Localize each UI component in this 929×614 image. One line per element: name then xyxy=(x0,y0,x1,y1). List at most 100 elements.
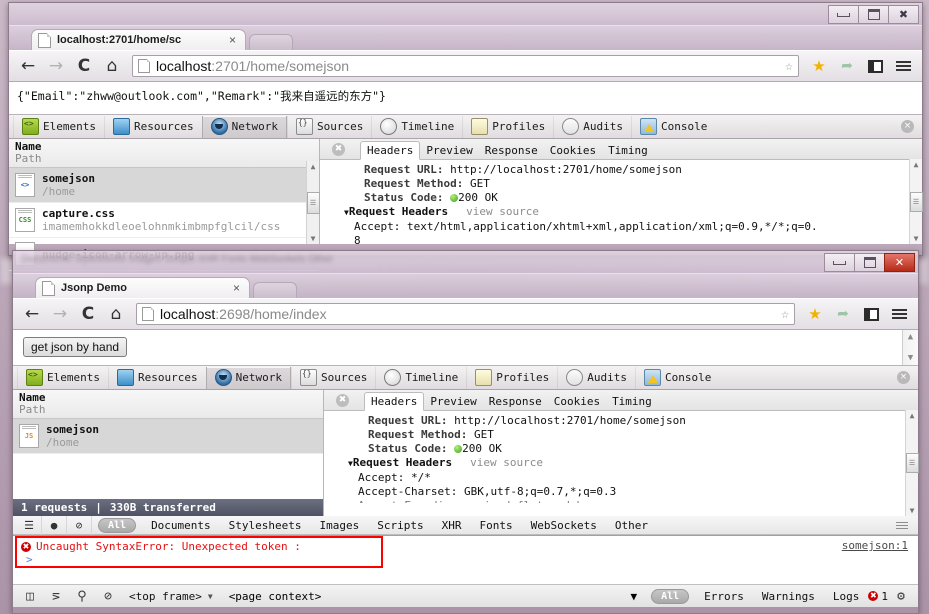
devtools-tab-timeline[interactable]: Timeline xyxy=(371,115,462,138)
reload-icon[interactable]: C xyxy=(75,301,101,327)
detail-close-icon[interactable]: ✖ xyxy=(332,143,345,156)
error-source-link[interactable]: somejson:1 xyxy=(842,539,908,552)
scroll-up-arrow[interactable]: ▲ xyxy=(908,332,913,342)
view-source-link[interactable]: view source xyxy=(470,456,543,469)
record-icon[interactable]: ● xyxy=(42,515,67,535)
frame-selector[interactable]: <top frame> ▼ xyxy=(121,590,221,603)
console-error-message[interactable]: ✖ Uncaught SyntaxError: Unexpected token… xyxy=(21,540,381,553)
console-filter-logs[interactable]: Logs xyxy=(824,590,869,603)
scroll-thumb[interactable]: ☰ xyxy=(306,191,320,214)
detail-close-icon[interactable]: ✖ xyxy=(336,394,349,407)
scroll-down-arrow[interactable]: ▼ xyxy=(914,234,919,243)
subtab-headers[interactable]: Headers xyxy=(360,141,421,160)
forward-icon[interactable]: → xyxy=(47,301,73,327)
filter-websockets[interactable]: WebSockets xyxy=(522,519,606,532)
subtab-cookies[interactable]: Cookies xyxy=(548,393,606,410)
tab-strip-top[interactable]: localhost:2701/home/sc × xyxy=(9,26,922,50)
scroll-down-arrow[interactable]: ▼ xyxy=(311,234,316,243)
navigation-bar-top[interactable]: ← → C ⌂ localhost:2701/home/somejson ☆ ★… xyxy=(9,50,922,82)
window-controls-bottom[interactable]: ✕ xyxy=(824,253,915,272)
maximize-icon[interactable] xyxy=(854,253,884,272)
close-icon[interactable]: ✕ xyxy=(884,253,915,272)
table-row[interactable]: CSS capture.css imamemhokkdleoelohnmkimbm… xyxy=(9,203,319,238)
minimize-icon[interactable] xyxy=(828,5,858,24)
browser-tab[interactable]: localhost:2701/home/sc × xyxy=(31,29,246,50)
console-prompt[interactable]: > xyxy=(21,553,381,566)
filter-all-pill[interactable]: All xyxy=(98,517,137,533)
subtab-timing[interactable]: Timing xyxy=(602,142,654,159)
devtools-tab-resources[interactable]: Resources xyxy=(107,366,206,389)
page-scrollbar[interactable]: ▲ ▼ xyxy=(902,330,918,365)
clear-icon[interactable]: ⊘ xyxy=(67,515,92,535)
devtools-tab-resources[interactable]: Resources xyxy=(103,115,202,138)
console-filter-errors[interactable]: Errors xyxy=(695,590,753,603)
subtab-timing[interactable]: Timing xyxy=(606,393,658,410)
view-source-link[interactable]: view source xyxy=(466,205,539,218)
gear-icon[interactable]: ⚙ xyxy=(888,585,914,607)
dock-icon[interactable]: ◫ xyxy=(17,585,43,607)
headers-scrollbar-top[interactable]: ▲ ☰ ▼ xyxy=(909,159,923,244)
console-status-bar[interactable]: ◫ ⋝ ⚲ ⊘ <top frame> ▼ <page context> ▼ All… xyxy=(13,584,918,607)
address-bar[interactable]: localhost:2701/home/somejson ☆ xyxy=(132,55,799,77)
devtools-tab-profiles[interactable]: Profiles xyxy=(466,366,557,389)
detail-subtabs-bottom[interactable]: ✖ Headers Preview Response Cookies Timin… xyxy=(324,390,918,411)
new-tab-button[interactable] xyxy=(249,34,293,50)
devtools-tab-network[interactable]: Network xyxy=(205,366,291,389)
menu-icon[interactable] xyxy=(886,301,912,327)
filter-documents[interactable]: Documents xyxy=(142,519,220,532)
search-icon[interactable]: ⚲ xyxy=(69,585,95,607)
scroll-thumb[interactable]: ☰ xyxy=(909,191,923,212)
scroll-up-arrow[interactable]: ▲ xyxy=(914,160,919,169)
share-icon[interactable]: ➦ xyxy=(834,53,860,79)
subtab-response[interactable]: Response xyxy=(483,393,548,410)
subtab-preview[interactable]: Preview xyxy=(424,393,482,410)
home-icon[interactable]: ⌂ xyxy=(103,301,129,327)
filter-images[interactable]: Images xyxy=(311,519,369,532)
list-view-icon[interactable]: ☰ xyxy=(17,515,42,535)
tab-close-icon[interactable]: × xyxy=(230,281,243,295)
home-icon[interactable]: ⌂ xyxy=(99,53,125,79)
forward-icon[interactable]: → xyxy=(43,53,69,79)
filter-scripts[interactable]: Scripts xyxy=(368,519,432,532)
detail-subtabs-top[interactable]: ✖ Headers Preview Response Cookies Timin… xyxy=(320,139,922,160)
subtab-response[interactable]: Response xyxy=(479,142,544,159)
star-icon[interactable]: ★ xyxy=(802,301,828,327)
tab-close-icon[interactable]: × xyxy=(226,33,239,47)
devtools-toolbar-top[interactable]: Elements Resources Network Sources Timel… xyxy=(9,115,922,139)
minimize-icon[interactable] xyxy=(824,253,854,272)
get-json-by-hand-button[interactable]: get json by hand xyxy=(23,337,128,357)
filter-options-icon[interactable] xyxy=(896,521,914,529)
browser-window-top[interactable]: ✖ localhost:2701/home/sc × ← → C ⌂ local… xyxy=(8,2,923,271)
console-toggle-icon[interactable]: ⋝ xyxy=(43,585,69,607)
scroll-thumb[interactable]: ☰ xyxy=(905,453,919,473)
back-icon[interactable]: ← xyxy=(19,301,45,327)
share-icon[interactable]: ➦ xyxy=(830,301,856,327)
devtools-toolbar-bottom[interactable]: Elements Resources Network Sources Timel… xyxy=(13,366,918,390)
devtools-tab-elements[interactable]: Elements xyxy=(17,366,108,389)
filter-xhr[interactable]: XHR xyxy=(433,519,471,532)
scroll-up-arrow[interactable]: ▲ xyxy=(311,162,316,171)
star-icon[interactable]: ★ xyxy=(806,53,832,79)
bookmark-star-icon[interactable]: ☆ xyxy=(781,307,789,322)
address-bar[interactable]: localhost:2698/home/index ☆ xyxy=(136,303,795,325)
devtools-tab-audits[interactable]: Audits xyxy=(553,115,631,138)
close-icon[interactable]: ✖ xyxy=(888,5,919,24)
devtools-tab-console[interactable]: Console xyxy=(635,366,719,389)
bookmarks-icon[interactable] xyxy=(858,301,884,327)
maximize-icon[interactable] xyxy=(858,5,888,24)
clear-icon[interactable]: ⊘ xyxy=(95,585,121,607)
network-filter-bar[interactable]: ☰ ● ⊘ All Documents Stylesheets Images S… xyxy=(13,515,918,535)
scroll-down-arrow[interactable]: ▼ xyxy=(908,353,913,363)
headers-scrollbar-bottom[interactable]: ▲ ☰ ▼ xyxy=(905,410,919,516)
context-selector[interactable]: <page context> ▼ xyxy=(221,590,645,603)
devtools-tab-console[interactable]: Console xyxy=(631,115,715,138)
devtools-tab-sources[interactable]: Sources xyxy=(290,366,375,389)
reload-icon[interactable]: C xyxy=(71,53,97,79)
browser-tab[interactable]: Jsonp Demo × xyxy=(35,277,250,298)
title-bar-bottom[interactable]: Documents Stylesheets Images Scripts XHR… xyxy=(13,251,918,274)
browser-window-bottom[interactable]: Documents Stylesheets Images Scripts XHR… xyxy=(12,250,919,614)
subtab-headers[interactable]: Headers xyxy=(364,392,425,411)
devtools-tab-timeline[interactable]: Timeline xyxy=(375,366,466,389)
title-bar-top[interactable]: ✖ xyxy=(9,3,922,26)
window-controls-top[interactable]: ✖ xyxy=(828,5,919,24)
